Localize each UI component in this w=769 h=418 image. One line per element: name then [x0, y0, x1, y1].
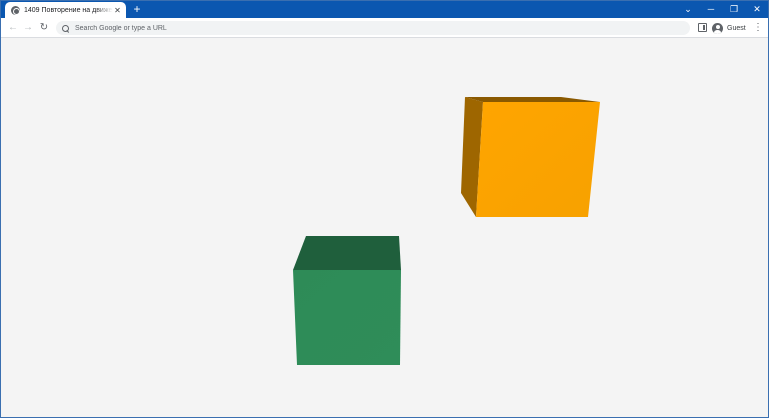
restore-icon[interactable]: ❐ [723, 1, 745, 18]
profile-label: Guest [727, 24, 746, 32]
minimize-icon[interactable]: ─ [700, 1, 722, 18]
orange-cube-top-face [465, 97, 600, 102]
address-input[interactable] [75, 22, 635, 34]
forward-icon[interactable]: → [21, 21, 35, 35]
side-panel-icon[interactable] [698, 23, 707, 32]
tab-search-icon[interactable]: ⌄ [677, 1, 699, 18]
green-cube-front-face [293, 270, 401, 365]
tab-title: 1409 Повторение на движение [24, 6, 113, 14]
browser-window: 1409 Повторение на движение ✕ + ⌄ ─ ❐ ✕ … [0, 0, 769, 418]
page-viewport [1, 38, 768, 417]
search-icon [62, 24, 69, 32]
green-cube-top-face [293, 236, 401, 270]
reload-icon[interactable]: ↻ [37, 21, 51, 35]
omnibox[interactable] [56, 21, 690, 35]
profile-button[interactable]: Guest [712, 21, 746, 35]
avatar-icon [712, 22, 723, 34]
scene-canvas [293, 97, 600, 365]
orange-cube[interactable] [461, 97, 600, 217]
new-tab-icon[interactable]: + [131, 3, 143, 15]
orange-cube-front-face [476, 102, 600, 217]
tab-strip: 1409 Повторение на движение ✕ + ⌄ ─ ❐ ✕ [1, 1, 768, 18]
green-cube[interactable] [293, 236, 401, 365]
window-close-icon[interactable]: ✕ [746, 1, 768, 18]
tab-close-icon[interactable]: ✕ [113, 6, 122, 15]
back-icon[interactable]: ← [6, 21, 20, 35]
active-tab[interactable]: 1409 Повторение на движение ✕ [5, 2, 126, 18]
menu-icon[interactable]: ⋮ [753, 22, 763, 34]
globe-icon [11, 5, 20, 15]
browser-toolbar: ← → ↻ Guest ⋮ [1, 18, 768, 38]
